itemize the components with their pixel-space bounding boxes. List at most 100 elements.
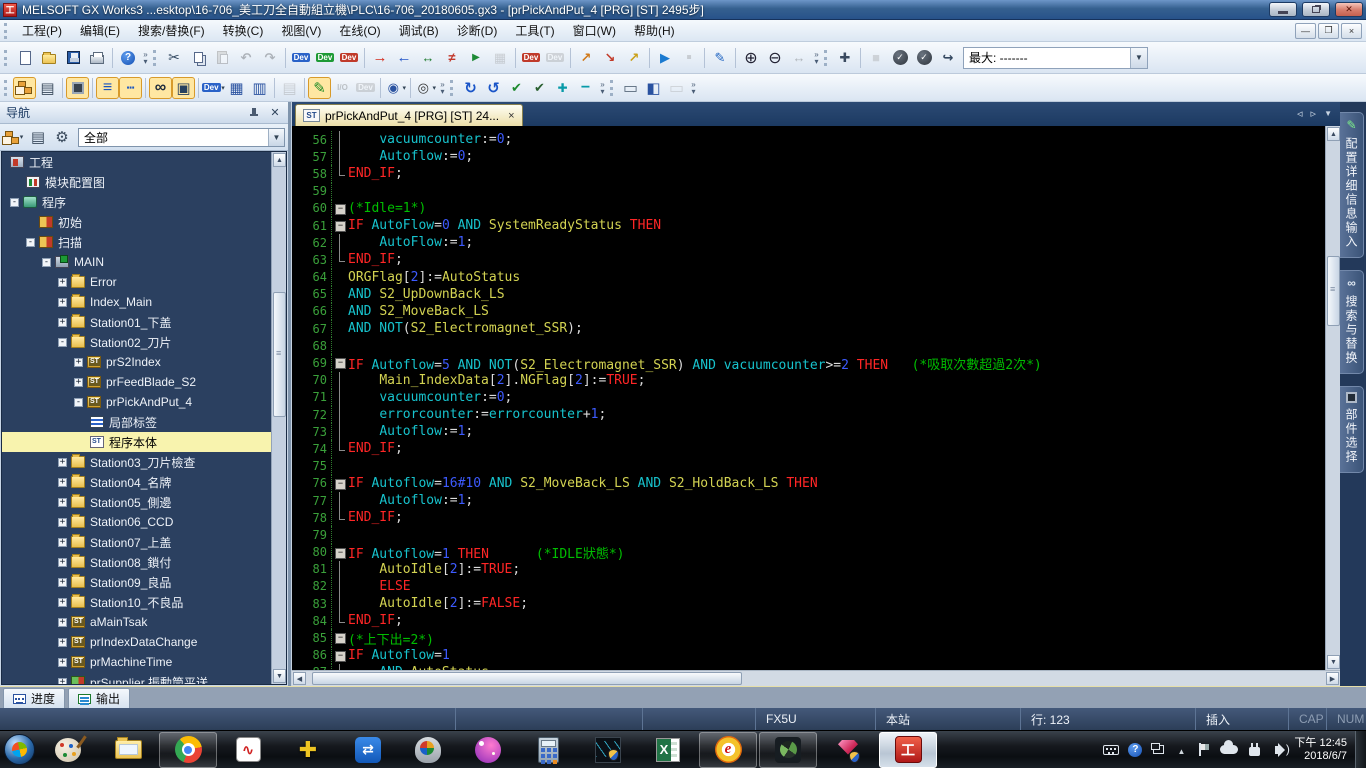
- fold-collapse-icon[interactable]: [332, 217, 348, 234]
- copy-button[interactable]: [186, 46, 210, 70]
- menu-item[interactable]: 诊断(D): [448, 20, 507, 41]
- dock-tab-edit[interactable]: 配置详细信息输入: [1340, 112, 1364, 258]
- zoom-in-button[interactable]: [739, 46, 763, 70]
- tree-expand-icon[interactable]: +: [58, 598, 67, 607]
- tree-expand-icon[interactable]: +: [58, 678, 67, 686]
- convert-button[interactable]: [459, 77, 482, 99]
- fold-collapse-icon[interactable]: [332, 200, 348, 217]
- check-program-button[interactable]: [888, 46, 912, 70]
- menu-item[interactable]: 工具(T): [506, 20, 563, 41]
- tree-item[interactable]: +Station08_鎖付: [2, 552, 286, 572]
- code-line[interactable]: 84END_IF;: [292, 612, 1340, 629]
- tree-item[interactable]: +Error: [2, 272, 286, 292]
- menu-item[interactable]: 工程(P): [13, 20, 71, 41]
- teamviewer-taskbar-button[interactable]: [339, 732, 397, 768]
- tree-expand-icon[interactable]: +: [58, 498, 67, 507]
- tree-item[interactable]: +Station10_不良品: [2, 592, 286, 612]
- cut-button[interactable]: [162, 46, 186, 70]
- toolbar-grip[interactable]: [824, 50, 829, 66]
- device-display-mode-button[interactable]: ▾: [384, 77, 407, 99]
- code-line[interactable]: 64ORGFlag[2]:=AutoStatus: [292, 269, 1340, 286]
- gx-works3-taskbar-button[interactable]: [879, 732, 937, 768]
- tree-filter-dropdown[interactable]: 全部 ▼: [78, 128, 285, 147]
- tree-expand-icon[interactable]: +: [58, 298, 67, 307]
- navigation-window-button[interactable]: [13, 77, 36, 99]
- horizontal-scrollbar[interactable]: ◀ ▶: [292, 670, 1340, 686]
- mind-app-taskbar-button[interactable]: [399, 732, 457, 768]
- monitor-mode-button[interactable]: [464, 46, 488, 70]
- open-window-2-button[interactable]: [598, 46, 622, 70]
- fit-width-button[interactable]: [787, 46, 811, 70]
- code-line[interactable]: 60(*Idle=1*): [292, 200, 1340, 217]
- code-line[interactable]: 81 AutoIdle[2]:=TRUE;: [292, 561, 1340, 578]
- menu-item[interactable]: 窗口(W): [564, 20, 625, 41]
- tree-item[interactable]: +Station05_側邊: [2, 492, 286, 512]
- tree-scrollbar[interactable]: ▲ ▼: [271, 152, 286, 684]
- tree-collapse-icon[interactable]: -: [58, 338, 67, 347]
- scroll-left-icon[interactable]: ◀: [293, 672, 306, 685]
- io-check-button[interactable]: [331, 77, 354, 99]
- tree-item[interactable]: +prFeedBlade_S2: [2, 372, 286, 392]
- open-window-3-button[interactable]: [622, 46, 646, 70]
- tree-expand-icon[interactable]: +: [58, 638, 67, 647]
- tree-collapse-icon[interactable]: -: [42, 258, 51, 267]
- tree-expand-icon[interactable]: +: [58, 458, 67, 467]
- speaker-icon[interactable]: [1270, 746, 1284, 754]
- device-batch-button[interactable]: [354, 77, 377, 99]
- progress-window-button[interactable]: [119, 77, 142, 99]
- excel-taskbar-button[interactable]: [639, 732, 697, 768]
- tree-item[interactable]: -prPickAndPut_4: [2, 392, 286, 412]
- code-line[interactable]: 74END_IF;: [292, 440, 1340, 457]
- taskbar-clock[interactable]: 下午 12:45 2018/6/7: [1290, 737, 1355, 763]
- vertical-scrollbar[interactable]: ▲ ▼: [1325, 126, 1340, 670]
- tree-item[interactable]: +prMachineTime: [2, 652, 286, 672]
- convert-all-button[interactable]: [482, 77, 505, 99]
- menu-item[interactable]: 调试(B): [390, 20, 448, 41]
- mdi-restore-button[interactable]: ❒: [1318, 23, 1339, 39]
- toolbar-overflow-icon[interactable]: »▾: [811, 51, 822, 65]
- chrome-browser-taskbar-button[interactable]: [159, 732, 217, 768]
- register-device-button[interactable]: [551, 77, 574, 99]
- code-line[interactable]: 58END_IF;: [292, 165, 1340, 182]
- window-icon[interactable]: [1151, 745, 1165, 754]
- mdi-minimize-button[interactable]: —: [1295, 23, 1316, 39]
- tree-item[interactable]: 局部标签: [2, 412, 286, 432]
- find-replace-button[interactable]: [149, 77, 172, 99]
- dock-tab-chip[interactable]: 部件选择: [1340, 386, 1364, 473]
- tree-item[interactable]: -Station02_刀片: [2, 332, 286, 352]
- structure-display-button[interactable]: [665, 77, 688, 99]
- code-line[interactable]: 71 vacuumcounter:=0;: [292, 389, 1340, 406]
- mdi-close-button[interactable]: ×: [1341, 23, 1362, 39]
- dock-tab-progress[interactable]: 进度: [3, 688, 65, 708]
- toolbar-grip[interactable]: [610, 80, 615, 96]
- gem-app-taskbar-button[interactable]: [819, 732, 877, 768]
- pin-icon[interactable]: [248, 107, 260, 119]
- toolbar-grip[interactable]: [4, 80, 9, 96]
- toolbar-grip[interactable]: [450, 80, 455, 96]
- code-line[interactable]: 73 Autoflow:=1;: [292, 423, 1340, 440]
- tree-display-button[interactable]: ▾: [3, 127, 25, 148]
- device-structure-button[interactable]: [248, 77, 271, 99]
- tree-expand-icon[interactable]: +: [58, 478, 67, 487]
- tree-item[interactable]: +Index_Main: [2, 292, 286, 312]
- tree-item[interactable]: 工程: [2, 152, 286, 172]
- tree-expand-icon[interactable]: +: [58, 658, 67, 667]
- code-line[interactable]: 62 AutoFlow:=1;: [292, 234, 1340, 251]
- tree-item[interactable]: +Station09_良品: [2, 572, 286, 592]
- verify-with-plc-button[interactable]: [416, 46, 440, 70]
- tree-expand-icon[interactable]: +: [58, 618, 67, 627]
- fold-collapse-icon[interactable]: [332, 647, 348, 664]
- tree-item[interactable]: -MAIN: [2, 252, 286, 272]
- new-project-button[interactable]: [13, 46, 37, 70]
- code-line[interactable]: 65AND S2_UpDownBack_LS: [292, 286, 1340, 303]
- horizontal-scrollbar-thumb[interactable]: [312, 672, 742, 685]
- element-selection-button[interactable]: [66, 77, 89, 99]
- device-comment-display-button[interactable]: ▾: [202, 77, 225, 99]
- device-monitor-button[interactable]: [313, 46, 337, 70]
- plc-extra-button[interactable]: [488, 46, 512, 70]
- code-line[interactable]: 82 ELSE: [292, 578, 1340, 595]
- save-project-button[interactable]: [61, 46, 85, 70]
- device-display-button[interactable]: [519, 46, 543, 70]
- code-line[interactable]: 66AND S2_MoveBack_LS: [292, 303, 1340, 320]
- calculator-taskbar-button[interactable]: [519, 732, 577, 768]
